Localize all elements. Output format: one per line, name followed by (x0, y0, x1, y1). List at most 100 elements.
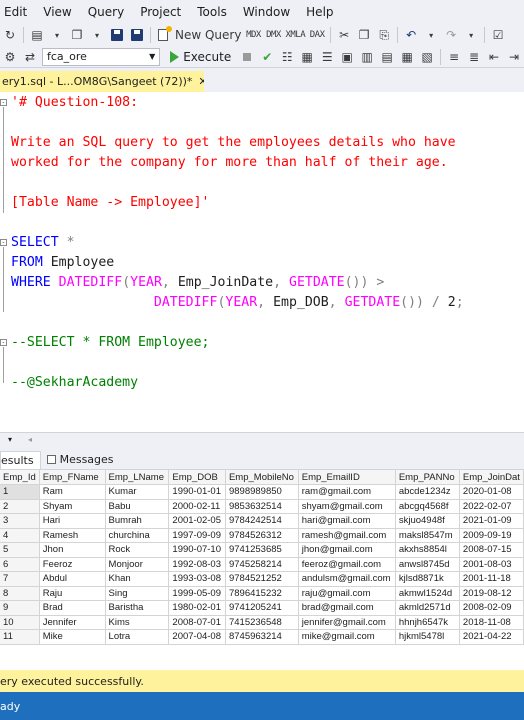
table-cell[interactable]: 9745258214 (225, 557, 299, 572)
table-cell[interactable]: skjuo4948f (395, 513, 460, 529)
table-cell[interactable]: akxhs8854l (395, 542, 460, 558)
table-cell[interactable]: 2001-11-18 (459, 571, 524, 587)
zoom-dropdown-icon[interactable]: ▾ (8, 435, 12, 444)
connect-icon[interactable]: ⚙ (2, 48, 18, 66)
table-cell[interactable]: 2008-02-09 (459, 600, 524, 616)
dax-query-icon[interactable]: DAX (309, 26, 325, 44)
increase-indent-icon[interactable]: ⇥ (506, 48, 522, 66)
redo-icon[interactable]: ↷ (443, 26, 459, 44)
include-plan-icon[interactable]: ☰ (319, 48, 335, 66)
table-cell[interactable]: 2009-09-19 (459, 528, 524, 543)
table-cell[interactable]: Brad (39, 600, 106, 616)
table-cell[interactable]: Ramesh (39, 528, 106, 543)
query-designer-icon[interactable]: ▦ (299, 48, 315, 66)
table-cell[interactable]: kjlsd8871k (395, 571, 460, 587)
menu-help[interactable]: Help (298, 0, 341, 24)
table-cell[interactable]: jhon@gmail.com (298, 542, 396, 558)
table-cell[interactable]: 1992-08-03 (168, 557, 226, 572)
table-cell[interactable]: Monjoor (105, 557, 170, 572)
table-row[interactable]: 3 Hari Bumrah 2001-02-05 9784242514 hari@gmai… (0, 513, 524, 529)
table-cell[interactable]: akmwl1524d (395, 586, 460, 601)
execute-button[interactable]: Execute (170, 50, 231, 64)
decrease-indent-icon[interactable]: ⇤ (486, 48, 502, 66)
table-cell[interactable]: Feeroz (39, 557, 106, 572)
paste-icon[interactable]: ⎘ (376, 26, 392, 44)
table-cell[interactable]: hari@gmail.com (298, 513, 396, 529)
table-cell[interactable]: mike@gmail.com (298, 629, 396, 645)
table-cell[interactable]: raju@gmail.com (298, 586, 396, 601)
menu-edit[interactable]: Edit (0, 0, 35, 24)
dropdown-arrow-icon[interactable]: ▾ (89, 26, 105, 44)
cut-icon[interactable]: ✂ (336, 26, 352, 44)
table-cell[interactable]: feeroz@gmail.com (298, 557, 396, 572)
navigate-forward-icon[interactable]: ↻ (2, 26, 18, 44)
live-stats-icon[interactable]: ▣ (339, 48, 355, 66)
table-cell-id[interactable]: 10 (0, 615, 40, 630)
xmla-query-icon[interactable]: XMLA (285, 26, 305, 44)
table-cell[interactable]: 2022-02-07 (459, 499, 524, 514)
menu-project[interactable]: Project (132, 0, 189, 24)
column-header[interactable]: Emp_LName (105, 470, 170, 485)
table-cell[interactable]: ram@gmail.com (298, 484, 396, 500)
table-cell-id[interactable]: 4 (0, 528, 40, 543)
table-row[interactable]: 4 Ramesh churchina 1997-09-09 9784526312 rame… (0, 528, 524, 543)
table-row[interactable]: 6 Feeroz Monjoor 1992-08-03 9745258214 feeroz… (0, 557, 524, 572)
table-cell[interactable]: Jhon (39, 542, 106, 558)
table-cell[interactable]: 1993-03-08 (168, 571, 226, 587)
table-row[interactable]: 11 Mike Lotra 2007-04-08 8745963214 mike@gmai… (0, 629, 524, 645)
table-cell[interactable]: Abdul (39, 571, 106, 587)
table-cell[interactable]: Khan (105, 571, 170, 587)
table-cell[interactable]: Babu (105, 499, 170, 514)
table-cell[interactable]: abcde1234z (395, 484, 460, 500)
undo-icon[interactable]: ↶ (403, 26, 419, 44)
table-cell[interactable]: 9784242514 (225, 513, 299, 529)
table-cell[interactable]: Lotra (105, 629, 170, 645)
table-cell[interactable]: 8745963214 (225, 629, 299, 645)
table-row[interactable]: 2 Shyam Babu 2000-02-11 9853632514 shyam@gmai… (0, 499, 524, 514)
table-cell[interactable]: 7415236548 (225, 615, 299, 630)
table-cell[interactable]: 7896415232 (225, 586, 299, 601)
menu-window[interactable]: Window (235, 0, 298, 24)
change-connection-icon[interactable]: ⇄ (22, 48, 38, 66)
table-cell[interactable]: 9741205241 (225, 600, 299, 616)
table-cell[interactable]: churchina (105, 528, 170, 543)
save-icon[interactable] (109, 26, 125, 44)
collapse-region-icon[interactable]: - (0, 339, 7, 346)
table-cell[interactable]: andulsm@gmail.com (298, 571, 396, 587)
column-header[interactable]: Emp_EmailID (298, 470, 396, 485)
table-cell[interactable]: Mike (39, 629, 106, 645)
uncomment-icon[interactable]: ≣ (466, 48, 482, 66)
table-cell[interactable]: ramesh@gmail.com (298, 528, 396, 543)
table-cell[interactable]: jennifer@gmail.com (298, 615, 396, 630)
table-cell[interactable]: 2021-01-09 (459, 513, 524, 529)
results-to-text-icon[interactable]: ▤ (379, 48, 395, 66)
table-cell[interactable]: hhnjh6547k (395, 615, 460, 630)
table-cell[interactable]: 9784526312 (225, 528, 299, 543)
table-cell-id[interactable]: 2 (0, 499, 40, 514)
table-cell[interactable]: 2021-04-22 (459, 629, 524, 645)
table-cell[interactable]: Hari (39, 513, 106, 529)
table-cell[interactable]: Sing (105, 586, 170, 601)
table-cell[interactable]: abcgq4568f (395, 499, 460, 514)
table-cell[interactable]: 1990-01-01 (168, 484, 226, 500)
table-cell-id[interactable]: 7 (0, 571, 40, 587)
table-cell[interactable]: anwsl8745d (395, 557, 460, 572)
table-cell[interactable]: 9784521252 (225, 571, 299, 587)
table-cell-id[interactable]: 8 (0, 586, 40, 601)
table-cell[interactable]: 9741253685 (225, 542, 299, 558)
results-splitter[interactable]: ▾ ◂ (0, 432, 524, 450)
table-cell[interactable]: Baristha (105, 600, 170, 616)
table-cell[interactable]: 2018-11-08 (459, 615, 524, 630)
table-cell[interactable]: Raju (39, 586, 106, 601)
cancel-query-button[interactable] (239, 48, 255, 66)
display-plan-icon[interactable]: ☷ (279, 48, 295, 66)
collapse-region-icon[interactable]: - (0, 239, 7, 246)
new-query-button[interactable]: New Query (158, 26, 241, 44)
column-header[interactable]: Emp_MobileNo (225, 470, 299, 485)
dropdown-arrow-icon[interactable]: ▾ (423, 26, 439, 44)
new-project-icon[interactable]: ▤ (29, 26, 45, 44)
table-row[interactable]: 5 Jhon Rock 1990-07-10 9741253685 jhon@gmail.… (0, 542, 524, 558)
table-cell[interactable]: Kumar (105, 484, 170, 500)
open-file-icon[interactable]: ❐ (69, 26, 85, 44)
results-to-file-icon[interactable]: ▧ (419, 48, 435, 66)
